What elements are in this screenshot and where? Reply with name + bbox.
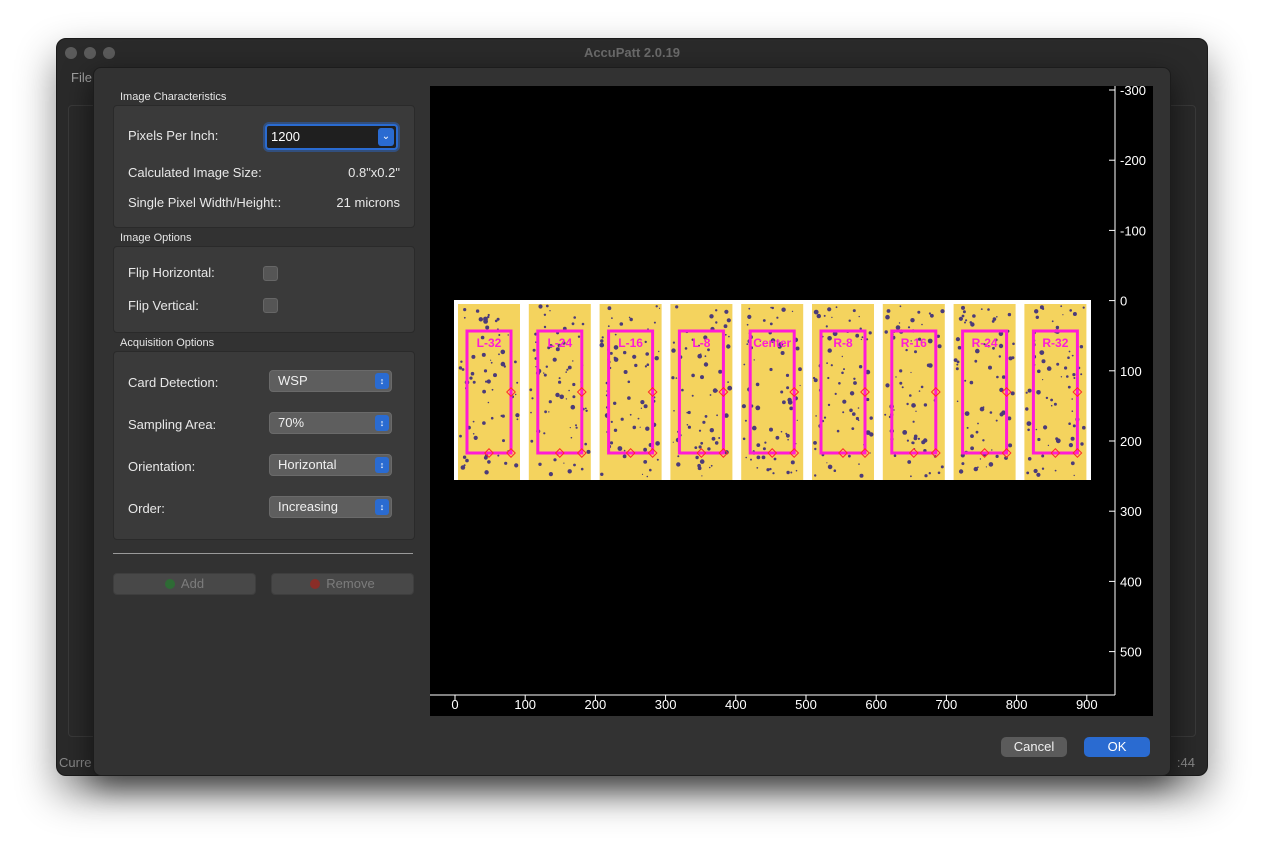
- card-label: L-16: [618, 336, 643, 350]
- card-image-plot-svg: L-32 L-24 L-16 L-8 Center R-8 R-16 R-24 R-32 0 10…: [430, 83, 1153, 716]
- status-text: Curre: [59, 755, 92, 770]
- spray-card-r-16[interactable]: R-16: [882, 304, 945, 480]
- image-characteristics-group: Pixels Per Inch: 1200 ⌄ Calculated Image…: [113, 105, 415, 228]
- image-characteristics-title: Image Characteristics: [120, 91, 227, 103]
- y-tick-label: -100: [1120, 223, 1146, 238]
- remove-button[interactable]: Remove: [271, 573, 414, 595]
- order-select[interactable]: Increasing ↕: [269, 496, 392, 518]
- flip-horizontal-checkbox[interactable]: [263, 266, 278, 281]
- ppi-combobox[interactable]: 1200 ⌄: [265, 124, 398, 150]
- card-label: R-8: [833, 336, 853, 350]
- y-tick-label: 500: [1120, 645, 1142, 660]
- orientation-label: Orientation:: [128, 459, 196, 474]
- card-detection-label: Card Detection:: [128, 375, 219, 390]
- image-options-group: Flip Horizontal: Flip Vertical:: [113, 246, 415, 333]
- flip-vertical-checkbox[interactable]: [263, 298, 278, 313]
- chevron-up-down-icon: ↕: [375, 415, 389, 431]
- order-label: Order:: [128, 501, 165, 516]
- add-label: Add: [180, 576, 205, 591]
- sampling-area-select[interactable]: 70% ↕: [269, 412, 392, 434]
- x-tick-label: 600: [865, 697, 887, 712]
- card-label: L-32: [477, 336, 502, 350]
- add-button[interactable]: Add: [113, 573, 256, 595]
- orientation-select[interactable]: Horizontal ↕: [269, 454, 392, 476]
- x-tick-label: 300: [655, 697, 677, 712]
- y-tick-label: -300: [1120, 86, 1146, 98]
- spray-card-l-24[interactable]: L-24: [528, 304, 591, 480]
- status-time: :44: [1176, 755, 1195, 770]
- card-label: R-32: [1042, 336, 1068, 350]
- x-tick-label: 700: [936, 697, 958, 712]
- chevron-up-down-icon: ↕: [375, 457, 389, 473]
- calc-size-label: Calculated Image Size:: [128, 165, 262, 180]
- divider: [113, 553, 413, 554]
- y-tick-label: 200: [1120, 434, 1142, 449]
- x-tick-label: 800: [1006, 697, 1028, 712]
- spray-card-center[interactable]: Center: [741, 304, 804, 480]
- pixel-size-value: 21 microns: [336, 195, 400, 210]
- card-label: R-24: [972, 336, 998, 350]
- x-tick-label: 900: [1076, 697, 1098, 712]
- chevron-up-down-icon: ↕: [375, 373, 389, 389]
- cancel-button[interactable]: Cancel: [1001, 737, 1067, 757]
- flip-vertical-label: Flip Vertical:: [128, 298, 199, 313]
- card-image-plot[interactable]: L-32 L-24 L-16 L-8 Center R-8 R-16 R-24 R-32 0 10…: [430, 83, 1153, 716]
- sampling-area-label: Sampling Area:: [128, 417, 217, 432]
- pixel-size-label: Single Pixel Width/Height::: [128, 195, 282, 210]
- x-tick-label: 400: [725, 697, 747, 712]
- ppi-label: Pixels Per Inch:: [128, 128, 219, 143]
- y-tick-label: 0: [1120, 294, 1127, 309]
- ppi-value[interactable]: 1200: [271, 129, 300, 144]
- x-tick-label: 500: [795, 697, 817, 712]
- sampling-area-value: 70%: [278, 415, 305, 430]
- acquisition-options-title: Acquisition Options: [120, 337, 215, 349]
- card-detection-value: WSP: [278, 373, 308, 388]
- spray-card-l-8[interactable]: L-8: [670, 304, 733, 480]
- y-tick-label: 300: [1120, 504, 1142, 519]
- acquisition-options-group: Card Detection: WSP ↕ Sampling Area: 70%…: [113, 351, 415, 540]
- add-icon: [164, 579, 175, 589]
- image-options-title: Image Options: [120, 232, 192, 244]
- card-setup-sheet: Image Characteristics Pixels Per Inch: 1…: [93, 67, 1171, 776]
- spray-card-r-24[interactable]: R-24: [953, 304, 1016, 480]
- chevron-down-icon[interactable]: ⌄: [378, 128, 394, 146]
- card-label: Center: [753, 336, 791, 350]
- calc-size-value: 0.8"x0.2": [348, 165, 400, 180]
- remove-icon: [310, 579, 321, 589]
- order-value: Increasing: [278, 499, 338, 514]
- ok-button[interactable]: OK: [1084, 737, 1150, 757]
- spray-card-r-32[interactable]: R-32: [1024, 304, 1087, 480]
- spray-card-r-8[interactable]: R-8: [812, 304, 874, 480]
- chevron-up-down-icon: ↕: [375, 499, 389, 515]
- card-label: L-8: [692, 336, 710, 350]
- x-tick-label: 0: [451, 697, 458, 712]
- spray-card-l-16[interactable]: L-16: [599, 304, 662, 480]
- x-tick-label: 200: [585, 697, 607, 712]
- y-tick-label: 100: [1120, 364, 1142, 379]
- x-tick-label: 100: [514, 697, 536, 712]
- window-title: AccuPatt 2.0.19: [583, 45, 681, 60]
- remove-label: Remove: [326, 576, 375, 591]
- card-detection-select[interactable]: WSP ↕: [269, 370, 392, 392]
- menu-file[interactable]: File: [71, 70, 92, 85]
- spray-card-l-32[interactable]: L-32: [458, 304, 520, 480]
- y-tick-label: -200: [1120, 153, 1146, 168]
- card-label: L-24: [547, 336, 572, 350]
- card-label: R-16: [901, 336, 927, 350]
- flip-horizontal-label: Flip Horizontal:: [128, 265, 215, 280]
- y-tick-label: 400: [1120, 574, 1142, 589]
- orientation-value: Horizontal: [278, 457, 337, 472]
